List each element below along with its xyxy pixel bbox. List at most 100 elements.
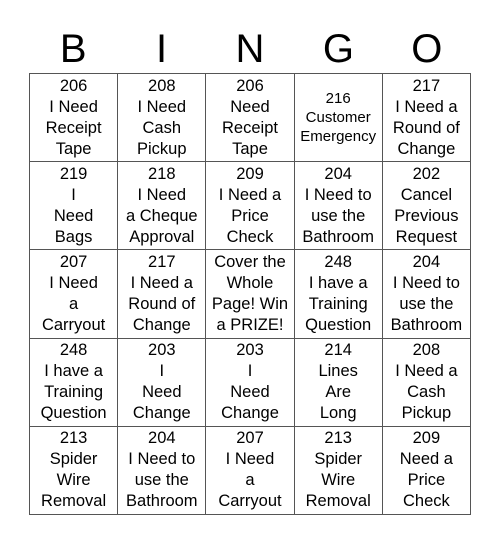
cell-text-line: Question	[305, 315, 372, 334]
cell-code: 248	[324, 252, 352, 271]
header-letter-o: O	[411, 27, 443, 71]
cell-code: 219	[59, 164, 88, 183]
cell-text-line: I Need	[137, 97, 187, 116]
cell-text-line: Lines	[318, 362, 358, 381]
bingo-cell-b2[interactable]: 219 I Need Bags	[30, 162, 119, 251]
cell-text-line: Need	[230, 97, 270, 116]
bingo-cell-b4[interactable]: 248 I have a Training Question	[30, 338, 119, 427]
cell-text-line: I Need to	[128, 450, 196, 469]
cell-code: 213	[59, 429, 88, 448]
header-letter-n: N	[235, 27, 265, 71]
cell-text-line: Carryout	[41, 315, 106, 334]
cell-text-line: I Need	[49, 273, 98, 292]
cell-text-line: Spider	[314, 450, 363, 469]
bingo-cell-n4[interactable]: 203 I Need Change	[206, 338, 295, 427]
cell-code: 202	[412, 164, 441, 183]
bingo-cell-i3[interactable]: 217 I Need a Round of Change	[118, 250, 207, 339]
cell-text-line: I Need	[49, 97, 98, 116]
cell-text-line: Pickup	[137, 139, 187, 158]
cell-text-line: use the	[134, 471, 189, 490]
bingo-cell-o2[interactable]: 202 Cancel Previous Request	[382, 162, 471, 251]
cell-text-line: a	[69, 294, 79, 313]
cell-code: 217	[412, 76, 441, 95]
cell-text-line: Change	[132, 404, 191, 423]
cell-text-line: Need	[53, 206, 94, 225]
cell-text-line: a PRIZE!	[216, 315, 284, 334]
header-letter-g: G	[322, 27, 354, 71]
cell-text-line: I Need to	[304, 185, 372, 204]
bingo-cell-o5[interactable]: 209 Need a Price Check	[382, 426, 471, 515]
cell-code: 218	[148, 164, 176, 183]
cell-text-line: Bathroom	[390, 315, 463, 334]
bingo-cell-g4[interactable]: 214 Lines Are Long	[294, 338, 383, 427]
cell-code: 206	[236, 76, 264, 95]
cell-text-line: I Need a	[130, 273, 193, 292]
cell-text-line: Round of	[392, 118, 460, 137]
cell-text-line: I Need	[137, 185, 187, 204]
bingo-cell-n1[interactable]: 206 Need Receipt Tape	[206, 74, 295, 163]
cell-code: 208	[148, 76, 176, 95]
header-letter-b: B	[59, 27, 87, 71]
bingo-cell-n3[interactable]: Cover the Whole Page! Win a PRIZE!	[206, 250, 295, 339]
bingo-cell-g5[interactable]: 213 Spider Wire Removal	[294, 426, 383, 515]
cell-text-line: Check	[226, 227, 274, 246]
cell-text-line: Whole	[226, 273, 274, 292]
cell-text-line: Removal	[305, 492, 371, 511]
bingo-cell-i5[interactable]: 204 I Need to use the Bathroom	[118, 426, 207, 515]
cell-text-line: a	[245, 471, 255, 490]
cell-text-line: I Need	[225, 450, 275, 469]
cell-code: 203	[236, 341, 264, 360]
cell-text-line: I Need a	[218, 185, 282, 204]
bingo-cell-g1[interactable]: 216 Customer Emergency	[294, 74, 383, 163]
cell-code: 209	[412, 429, 441, 448]
cell-text-line: use the	[399, 294, 454, 313]
cell-text-line: Spider	[49, 450, 98, 469]
cell-text-line: Round of	[128, 294, 196, 313]
bingo-cell-i2[interactable]: 218 I Need a Cheque Approval	[118, 162, 207, 251]
cell-text-line: Change	[132, 315, 191, 334]
cell-text-line: Previous	[394, 206, 459, 225]
bingo-cell-o4[interactable]: 208 I Need a Cash Pickup	[382, 338, 471, 427]
bingo-cell-n2[interactable]: 209 I Need a Price Check	[206, 162, 295, 251]
bingo-cell-i1[interactable]: 208 I Need Cash Pickup	[118, 74, 207, 163]
cell-text-line: I	[71, 185, 76, 204]
cell-text-line: Pickup	[401, 404, 452, 423]
bingo-cell-g3[interactable]: 248 I have a Training Question	[294, 250, 383, 339]
cell-code: 214	[324, 341, 352, 360]
bingo-header: B I N G O	[29, 26, 471, 72]
cell-text-line: I	[247, 362, 253, 381]
cell-text-line: Approval	[129, 227, 195, 246]
cell-text-line: Cash	[142, 118, 182, 137]
cell-text-line: Wire	[56, 471, 91, 490]
bingo-cell-g2[interactable]: 204 I Need to use the Bathroom	[294, 162, 383, 251]
bingo-cell-i4[interactable]: 203 I Need Change	[118, 338, 207, 427]
cell-code: 248	[59, 341, 88, 360]
cell-code: 203	[148, 341, 176, 360]
cell-text-line: Carryout	[218, 492, 282, 511]
cell-text-line: Need	[230, 383, 270, 402]
bingo-cell-o3[interactable]: 204 I Need to use the Bathroom	[382, 250, 471, 339]
bingo-cell-o1[interactable]: 217 I Need a Round of Change	[382, 74, 471, 163]
cell-text-line: Question	[40, 404, 107, 423]
cell-text-line: I have a	[44, 362, 103, 381]
cell-text-line: Price	[407, 471, 446, 490]
cell-code: 208	[412, 341, 441, 360]
cell-code: 209	[236, 164, 264, 183]
bingo-card-grid: 206 I Need Receipt Tape 208 I Need Cash Pickup 2…	[29, 73, 471, 515]
cell-text-line: Cancel	[400, 185, 453, 204]
cell-text-line: I have a	[308, 273, 368, 292]
cell-text-line: Request	[395, 227, 458, 246]
cell-text-line: Customer	[305, 109, 371, 127]
cell-text-line: Bathroom	[126, 492, 198, 511]
cell-text-line: Change	[397, 139, 456, 158]
bingo-cell-b1[interactable]: 206 I Need Receipt Tape	[30, 74, 119, 163]
bingo-cell-b5[interactable]: 213 Spider Wire Removal	[30, 426, 119, 515]
cell-code: 217	[148, 252, 176, 271]
bingo-cell-n5[interactable]: 207 I Need a Carryout	[206, 426, 295, 515]
bingo-cell-b3[interactable]: 207 I Need a Carryout	[30, 250, 119, 339]
cell-text-line: Price	[231, 206, 269, 225]
cell-text-line: Check	[403, 492, 450, 511]
cell-text-line: Cash	[407, 383, 446, 402]
cell-text-line: Emergency	[300, 128, 377, 146]
header-letter-i: I	[156, 27, 168, 71]
